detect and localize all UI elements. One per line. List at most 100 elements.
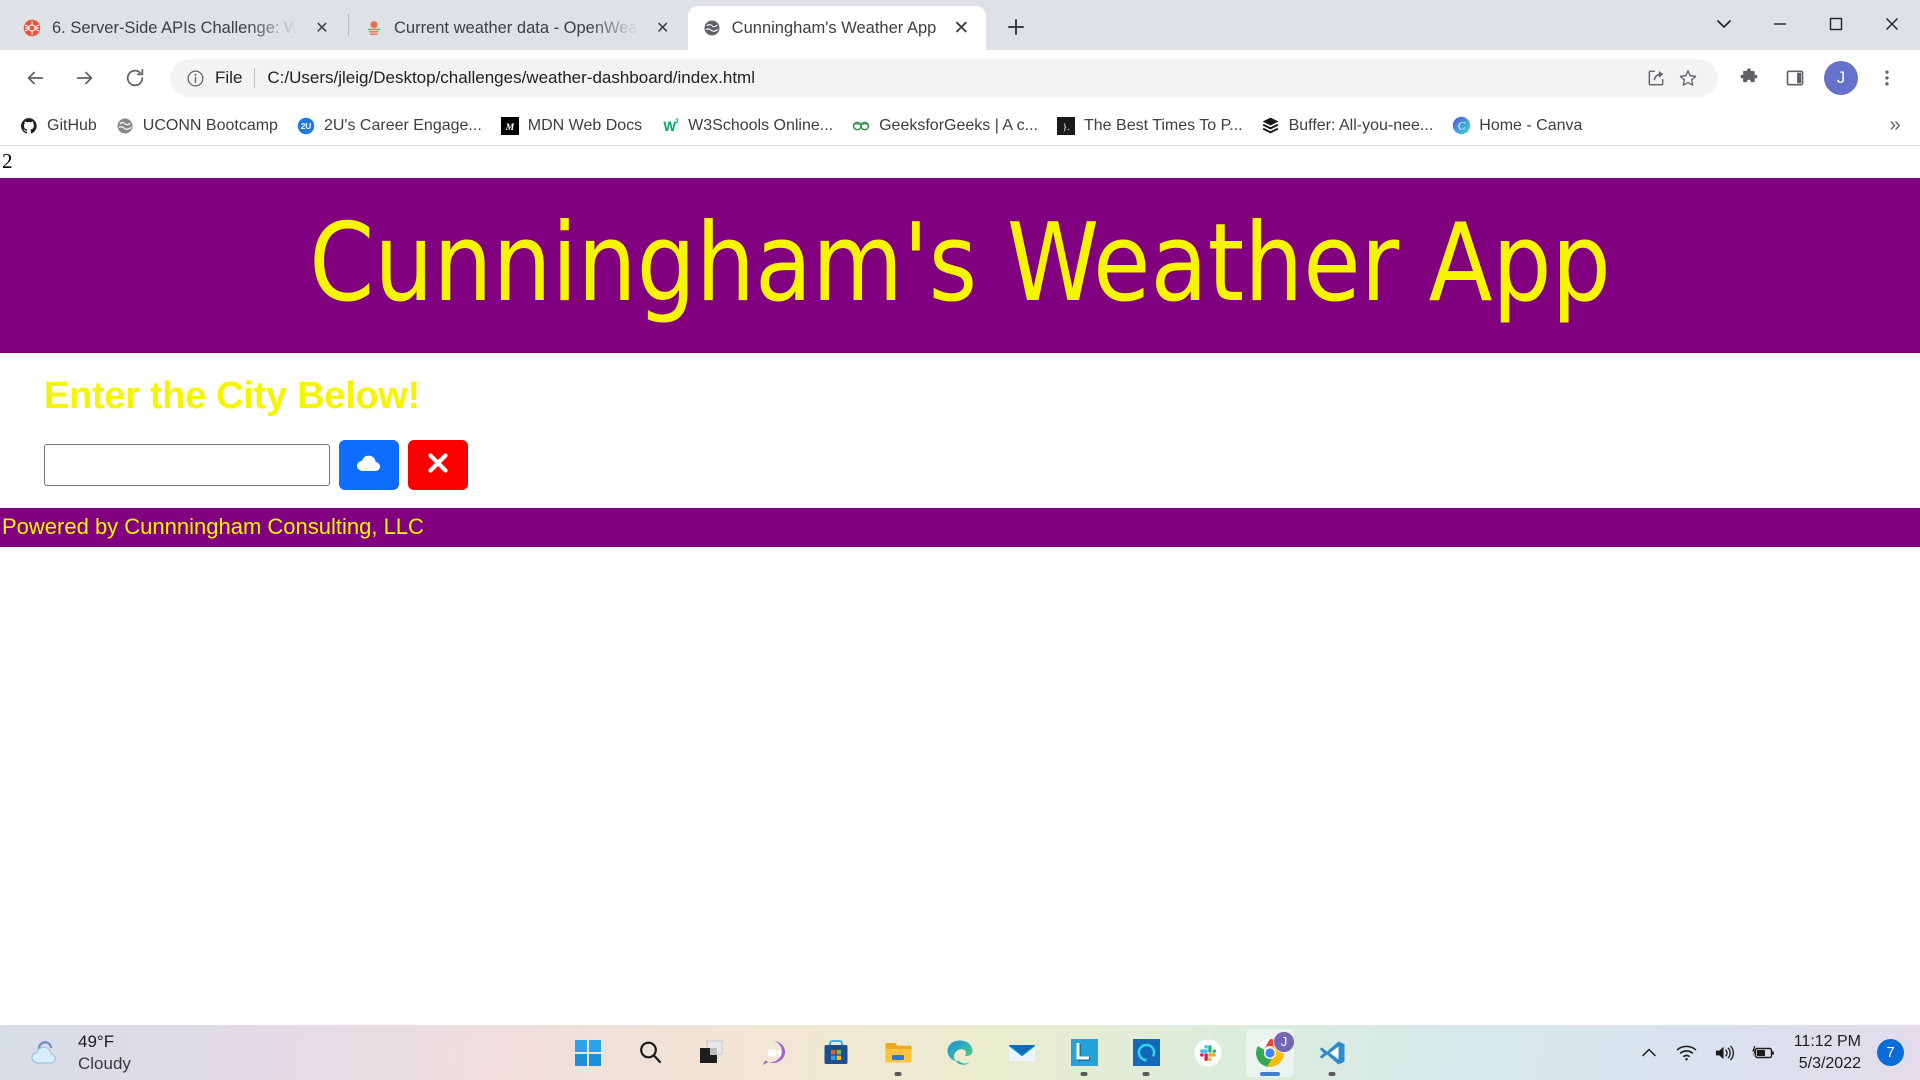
2u-icon: 2U — [296, 116, 316, 136]
weather-temperature: 49°F — [78, 1032, 115, 1052]
chat-button[interactable] — [750, 1029, 798, 1077]
star-icon[interactable] — [1672, 62, 1704, 94]
bookmark-item-mdn-web-docs[interactable]: M MDN Web Docs — [491, 111, 651, 141]
tab-strip: 6. Server-Side APIs Challenge: We ✕ Curr… — [0, 0, 1920, 50]
vs-code-button[interactable] — [1308, 1029, 1356, 1077]
chevron-up-icon[interactable] — [1632, 1034, 1666, 1072]
new-tab-button[interactable] — [996, 7, 1036, 47]
page-header-banner: Cunningham's Weather App — [0, 178, 1920, 353]
clock-time: 11:12 PM — [1793, 1032, 1861, 1050]
taskbar-app-strip: J — [564, 1028, 1356, 1077]
battery-charging-icon[interactable] — [1746, 1034, 1780, 1072]
window-controls — [1696, 0, 1920, 48]
chrome-profile-badge: J — [1273, 1030, 1295, 1053]
clear-button[interactable] — [408, 439, 468, 490]
page-footer: Powered by Cunnningham Consulting, LLC — [0, 507, 1920, 547]
slack-button[interactable] — [1184, 1029, 1232, 1077]
browser-tab-2[interactable]: Current weather data - OpenWea ✕ — [350, 6, 688, 50]
omnibox-actions — [1640, 62, 1704, 94]
file-explorer-button[interactable] — [874, 1029, 922, 1077]
stray-page-text: 2 — [2, 149, 13, 173]
bookmark-item-geeksforgeeks[interactable]: GeeksforGeeks | A c... — [842, 111, 1047, 141]
tab-title: 6. Server-Side APIs Challenge: We — [52, 18, 297, 37]
x-icon — [426, 451, 450, 478]
bookmark-label: Buffer: All-you-nee... — [1288, 116, 1434, 134]
weather-condition: Cloudy — [78, 1053, 131, 1073]
bookmark-label: UCONN Bootcamp — [142, 116, 278, 134]
bookmark-label: Home - Canva — [1479, 116, 1583, 134]
tab-separator — [348, 14, 349, 36]
bookmark-label: MDN Web Docs — [527, 116, 643, 134]
tab-close-button[interactable]: ✕ — [650, 15, 676, 41]
bookmark-label: The Best Times To P... — [1084, 116, 1243, 134]
bookmark-item-best-times-to-post[interactable]: }. The Best Times To P... — [1047, 111, 1252, 141]
bookmark-item-uconn-bootcamp[interactable]: UCONN Bootcamp — [106, 111, 287, 141]
bookmark-label: GeeksforGeeks | A c... — [879, 116, 1038, 134]
bookmark-item-buffer[interactable]: Buffer: All-you-nee... — [1252, 111, 1443, 141]
form-row — [44, 439, 1920, 490]
search-button[interactable] — [626, 1029, 674, 1077]
puzzle-icon[interactable] — [1730, 59, 1768, 97]
tab-close-button[interactable]: ✕ — [948, 15, 974, 41]
browser-window: 6. Server-Side APIs Challenge: We ✕ Curr… — [0, 0, 1920, 1025]
svg-text:3: 3 — [675, 118, 679, 125]
cloud-icon — [356, 453, 382, 476]
task-view-button[interactable] — [688, 1029, 736, 1077]
speaker-icon[interactable] — [1708, 1034, 1742, 1072]
share-icon[interactable] — [1640, 62, 1672, 94]
bookmark-label: W3Schools Online... — [688, 116, 834, 134]
tab-search-button[interactable] — [1696, 0, 1752, 48]
svg-text:C: C — [1458, 120, 1466, 132]
svg-text:M: M — [504, 121, 514, 132]
google-chrome-button[interactable]: J — [1246, 1028, 1295, 1077]
tab-title: Cunningham's Weather App — [731, 18, 937, 37]
address-bar[interactable]: File C:/Users/jleig/Desktop/challenges/w… — [170, 59, 1718, 97]
search-button[interactable] — [339, 439, 399, 490]
three-dots-icon[interactable] — [1868, 59, 1906, 97]
tab-title: Current weather data - OpenWea — [394, 18, 638, 37]
browser-tab-1[interactable]: 6. Server-Side APIs Challenge: We ✕ — [8, 6, 347, 50]
bookmarks-overflow-button[interactable]: » — [1880, 111, 1910, 141]
mail-button[interactable] — [998, 1029, 1046, 1077]
maximize-button[interactable] — [1808, 0, 1864, 48]
globe-icon — [702, 18, 722, 38]
bookmark-item-home-canva[interactable]: C Home - Canva — [1442, 111, 1591, 141]
github-icon — [19, 116, 39, 136]
bookmark-item-2u-career-engagement[interactable]: 2U 2U's Career Engage... — [287, 111, 491, 141]
svg-text:2U: 2U — [301, 122, 312, 131]
omnibox-divider — [254, 68, 256, 88]
info-circle-icon — [184, 67, 206, 89]
clock[interactable]: 11:12 PM 5/3/2022 — [1794, 1031, 1861, 1074]
lastpass-button[interactable] — [1060, 1029, 1108, 1077]
forward-arrow-icon[interactable] — [65, 58, 105, 98]
windows-taskbar: 49°F Cloudy J 11:12 PM 5/3/2022 7 — [0, 1025, 1920, 1080]
openweather-icon — [364, 18, 384, 38]
reload-icon[interactable] — [115, 58, 155, 98]
bookmark-item-w3schools[interactable]: W3 W3Schools Online... — [651, 111, 842, 141]
close-window-button[interactable] — [1864, 0, 1920, 48]
microsoft-edge-button[interactable] — [936, 1029, 984, 1077]
cloud-weather-icon — [26, 1033, 66, 1073]
browser-toolbar: File C:/Users/jleig/Desktop/challenges/w… — [0, 50, 1920, 106]
buffer-icon — [1261, 116, 1281, 136]
alexa-button[interactable] — [1122, 1029, 1170, 1077]
bookmark-label: GitHub — [47, 116, 97, 134]
tab-close-button[interactable]: ✕ — [309, 15, 335, 41]
bookmark-item-github[interactable]: GitHub — [10, 111, 106, 141]
microsoft-store-button[interactable] — [812, 1029, 860, 1077]
form-label: Enter the City Below! — [44, 374, 420, 417]
minimize-button[interactable] — [1752, 0, 1808, 48]
clock-date: 5/3/2022 — [1798, 1054, 1861, 1072]
wifi-icon[interactable] — [1670, 1034, 1704, 1072]
globe-icon — [115, 116, 135, 136]
back-arrow-icon[interactable] — [15, 58, 55, 98]
notification-badge[interactable]: 7 — [1877, 1039, 1904, 1066]
taskbar-weather-widget[interactable]: 49°F Cloudy — [0, 1031, 300, 1074]
avatar[interactable]: J — [1824, 61, 1858, 95]
browser-tab-3[interactable]: Cunningham's Weather App ✕ — [687, 6, 987, 50]
city-search-section: Enter the City Below! — [0, 352, 1920, 508]
start-button[interactable] — [564, 1029, 612, 1077]
city-search-input[interactable] — [44, 443, 330, 486]
bookmarks-bar: GitHub UCONN Bootcamp 2U 2U's Career Eng… — [0, 106, 1920, 146]
side-panel-icon[interactable] — [1776, 59, 1814, 97]
